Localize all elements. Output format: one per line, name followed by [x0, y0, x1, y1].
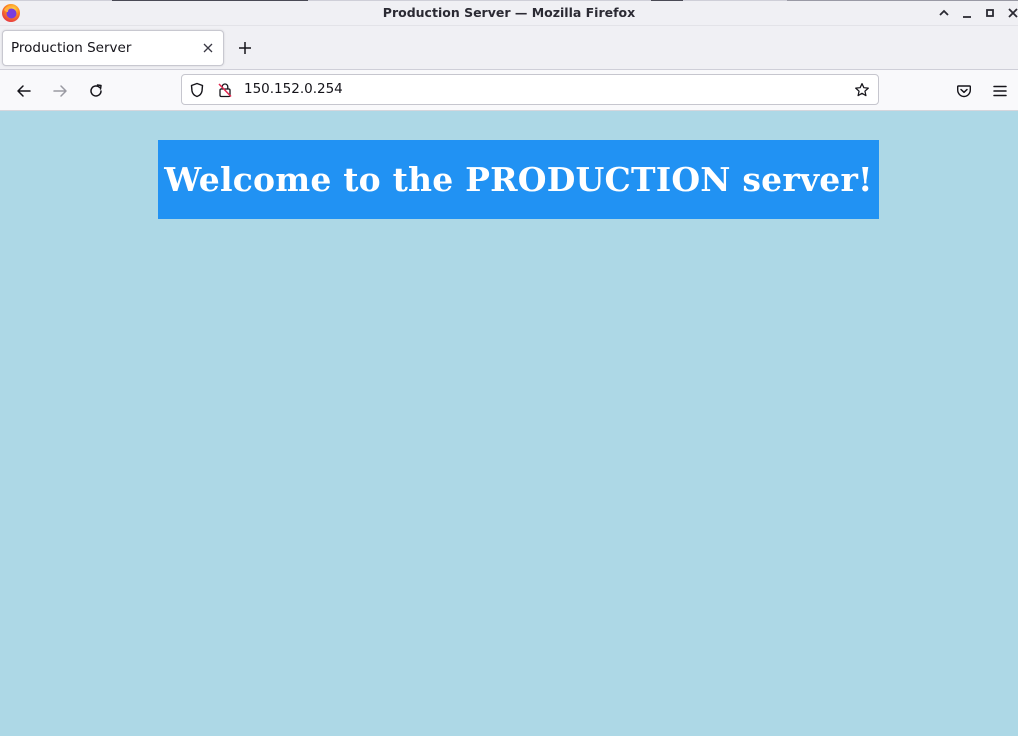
page-heading: Welcome to the PRODUCTION server!: [164, 160, 873, 199]
tab-close-icon[interactable]: [201, 41, 215, 55]
tab-label: Production Server: [11, 40, 132, 56]
forward-arrow-icon[interactable]: [48, 79, 72, 103]
hamburger-menu-icon[interactable]: [988, 79, 1012, 103]
tab-strip: Production Server: [0, 26, 1018, 70]
welcome-banner: Welcome to the PRODUCTION server!: [158, 140, 879, 219]
page-viewport: Welcome to the PRODUCTION server!: [0, 111, 1018, 736]
star-icon[interactable]: [854, 82, 870, 98]
shield-icon[interactable]: [189, 82, 205, 98]
window-close-icon[interactable]: [1004, 4, 1018, 22]
url-text[interactable]: 150.152.0.254: [244, 75, 343, 104]
new-tab-plus-icon[interactable]: [234, 37, 256, 59]
maximize-icon[interactable]: [981, 4, 999, 22]
minimize-icon[interactable]: [958, 4, 976, 22]
window-title: Production Server — Mozilla Firefox: [382, 5, 636, 20]
insecure-lock-icon[interactable]: [217, 82, 233, 98]
window-titlebar: Production Server — Mozilla Firefox: [0, 0, 1018, 26]
pocket-icon[interactable]: [952, 79, 976, 103]
tab-production-server[interactable]: Production Server: [2, 30, 224, 66]
navigation-toolbar: 150.152.0.254: [0, 70, 1018, 111]
back-arrow-icon[interactable]: [12, 79, 36, 103]
minimize-up-chevron-icon[interactable]: [935, 4, 953, 22]
reload-icon[interactable]: [84, 79, 108, 103]
url-bar[interactable]: 150.152.0.254: [181, 74, 879, 105]
